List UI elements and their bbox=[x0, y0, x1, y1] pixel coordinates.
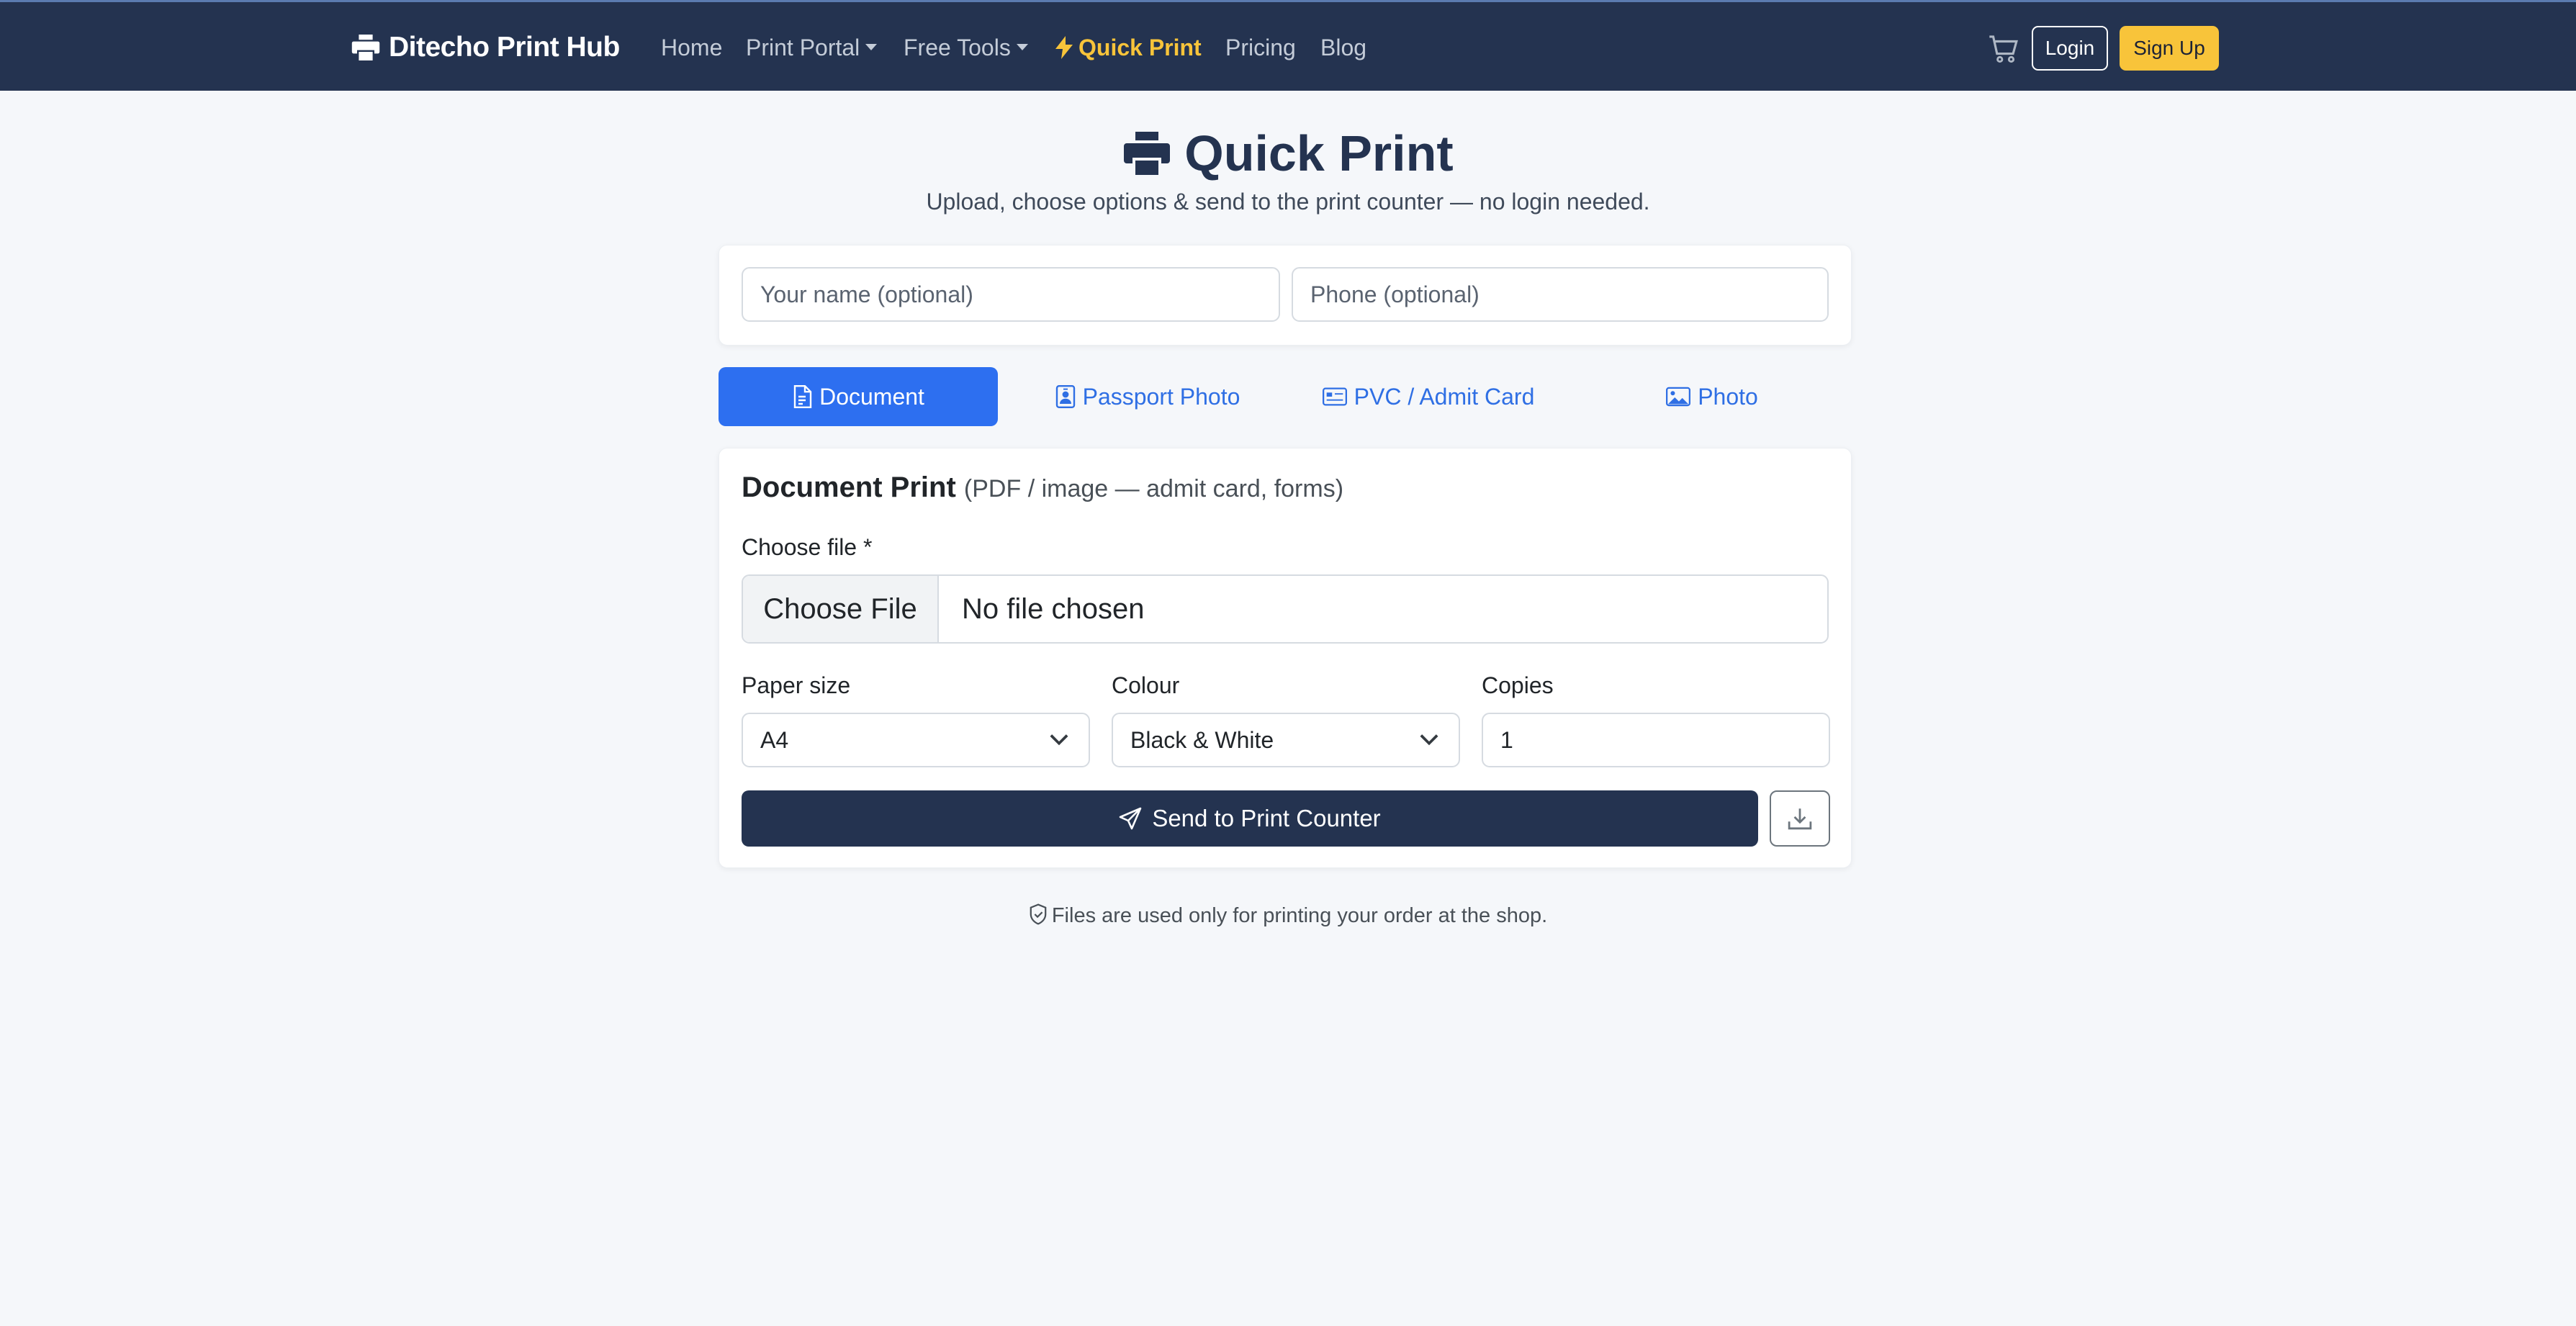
privacy-note: Files are used only for printing your or… bbox=[0, 903, 2576, 928]
nav-home-label: Home bbox=[661, 35, 723, 60]
file-input[interactable]: Choose File No file chosen bbox=[742, 574, 1829, 644]
image-icon bbox=[1666, 387, 1691, 407]
brand-name: Ditecho Print Hub bbox=[389, 32, 620, 63]
tab-photo-label: Photo bbox=[1698, 383, 1758, 410]
tab-passport-photo[interactable]: Passport Photo bbox=[1008, 367, 1287, 426]
brand-logo[interactable]: Ditecho Print Hub bbox=[351, 30, 620, 66]
paper-size-value: A4 bbox=[760, 727, 789, 753]
caret-down-icon bbox=[865, 44, 878, 51]
nav-pricing[interactable]: Pricing bbox=[1225, 31, 1296, 64]
file-status: No file chosen bbox=[962, 593, 1145, 625]
nav-quick-print[interactable]: Quick Print bbox=[1055, 31, 1202, 64]
nav-blog-label: Blog bbox=[1320, 35, 1367, 60]
page-subtitle: Upload, choose options & send to the pri… bbox=[926, 189, 1650, 215]
nav-home[interactable]: Home bbox=[661, 31, 722, 64]
send-icon bbox=[1120, 807, 1142, 830]
cart-icon[interactable] bbox=[1989, 34, 2019, 64]
page-title: Quick Print bbox=[0, 122, 2576, 184]
nav-quick-print-label: Quick Print bbox=[1078, 35, 1202, 60]
nav-blog[interactable]: Blog bbox=[1320, 31, 1366, 64]
caret-down-icon bbox=[1016, 44, 1028, 51]
download-icon bbox=[1788, 808, 1812, 830]
file-label: Choose file * bbox=[742, 534, 873, 560]
lightning-icon bbox=[1055, 35, 1073, 59]
nav-free-tools-label: Free Tools bbox=[904, 35, 1011, 60]
tab-pvc-admit-card[interactable]: PVC / Admit Card bbox=[1289, 367, 1568, 426]
document-title: Document Print bbox=[742, 472, 956, 503]
tab-photo[interactable]: Photo bbox=[1572, 367, 1852, 426]
tab-pvc-admit-card-label: PVC / Admit Card bbox=[1354, 383, 1535, 410]
shield-check-icon bbox=[1030, 903, 1047, 925]
nav-print-portal[interactable]: Print Portal bbox=[746, 31, 878, 64]
download-button[interactable] bbox=[1770, 790, 1830, 847]
chevron-down-icon bbox=[1050, 734, 1068, 746]
chevron-down-icon bbox=[1420, 734, 1438, 746]
signup-button[interactable]: Sign Up bbox=[2120, 26, 2219, 71]
file-icon bbox=[793, 385, 812, 408]
colour-value: Black & White bbox=[1130, 727, 1274, 753]
tab-passport-photo-label: Passport Photo bbox=[1082, 383, 1240, 410]
tab-document[interactable]: Document bbox=[719, 367, 998, 426]
printer-icon bbox=[351, 35, 380, 60]
choose-file-button[interactable]: Choose File bbox=[743, 576, 939, 642]
card-icon bbox=[1322, 387, 1347, 406]
navbar: Ditecho Print Hub Home Print Portal Free… bbox=[0, 0, 2576, 91]
nav-free-tools[interactable]: Free Tools bbox=[904, 31, 1028, 64]
name-input[interactable] bbox=[742, 267, 1280, 322]
colour-select[interactable]: Black & White bbox=[1112, 713, 1460, 767]
paper-size-label: Paper size bbox=[742, 672, 851, 698]
paper-size-select[interactable]: A4 bbox=[742, 713, 1090, 767]
nav-print-portal-label: Print Portal bbox=[746, 35, 860, 60]
send-to-print-counter-button[interactable]: Send to Print Counter bbox=[742, 790, 1758, 847]
copies-input[interactable]: 1 bbox=[1482, 713, 1830, 767]
page-title-text: Quick Print bbox=[1184, 125, 1454, 181]
person-badge-icon bbox=[1055, 385, 1075, 408]
tab-document-label: Document bbox=[819, 383, 924, 410]
copies-label: Copies bbox=[1482, 672, 1554, 698]
copies-value: 1 bbox=[1500, 727, 1513, 753]
document-subtitle: (PDF / image — admit card, forms) bbox=[963, 475, 1344, 502]
login-button[interactable]: Login bbox=[2032, 26, 2108, 71]
document-heading: Document Print (PDF / image — admit card… bbox=[742, 472, 1343, 504]
printer-icon bbox=[1124, 132, 1171, 175]
privacy-note-text: Files are used only for printing your or… bbox=[1051, 904, 1548, 927]
colour-label: Colour bbox=[1112, 672, 1180, 698]
nav-pricing-label: Pricing bbox=[1225, 35, 1296, 60]
send-button-label: Send to Print Counter bbox=[1152, 805, 1381, 831]
phone-input[interactable] bbox=[1292, 267, 1829, 322]
